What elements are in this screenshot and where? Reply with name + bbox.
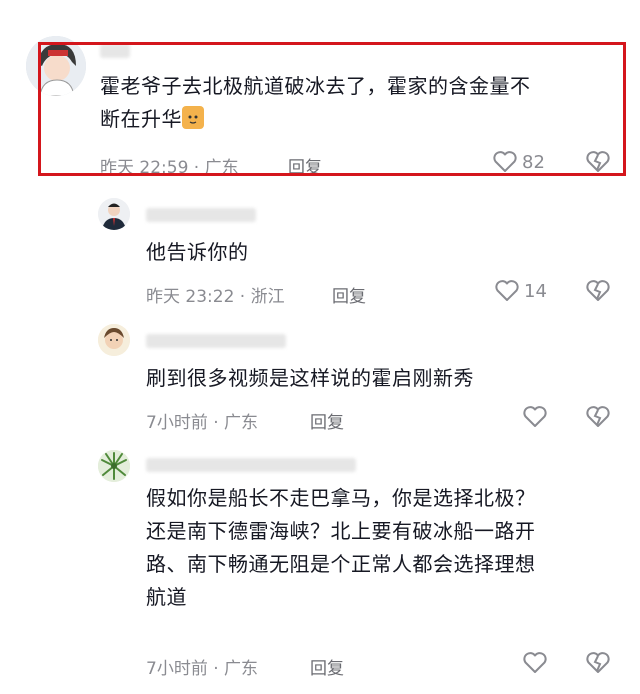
comment-meta: 7小时前 · 广东 <box>146 659 259 679</box>
dislike-button[interactable] <box>585 651 611 679</box>
avatar[interactable] <box>98 450 130 482</box>
dislike-button[interactable] <box>585 405 611 433</box>
like-count: 14 <box>524 280 547 302</box>
reply-button[interactable]: 回复 <box>332 282 366 307</box>
reply-button[interactable]: 回复 <box>310 654 344 679</box>
heart-icon <box>523 406 547 427</box>
comment-item: 刷到很多视频是这样说的霍启刚新秀 7小时前 · 广东 回复 <box>0 320 640 440</box>
like-button[interactable] <box>522 651 552 675</box>
comment-text: 假如你是船长不走巴拿马，你是选择北极？ 还是南下德雷海峡？北上要有破冰船一路开 … <box>146 486 536 609</box>
username-blurred[interactable] <box>146 458 356 472</box>
like-button[interactable] <box>522 405 552 429</box>
comment-meta: 昨天 23:22 · 浙江 <box>146 287 285 307</box>
comment-meta: 7小时前 · 广东 <box>146 413 259 433</box>
avatar[interactable] <box>98 198 130 230</box>
comment-text: 他告诉你的 <box>146 240 249 264</box>
like-button[interactable]: 14 <box>494 279 547 303</box>
username-blurred[interactable] <box>146 334 286 348</box>
comment-text: 刷到很多视频是这样说的霍启刚新秀 <box>146 366 474 390</box>
heart-icon <box>495 280 519 301</box>
reply-button[interactable]: 回复 <box>310 408 344 433</box>
comment-item: 假如你是船长不走巴拿马，你是选择北极？ 还是南下德雷海峡？北上要有破冰船一路开 … <box>0 446 640 694</box>
comment-item: 他告诉你的 昨天 23:22 · 浙江 回复 14 <box>0 190 640 310</box>
dislike-button[interactable] <box>585 279 611 307</box>
highlight-box <box>38 42 626 176</box>
avatar[interactable] <box>98 324 130 356</box>
broken-heart-icon <box>586 406 610 427</box>
broken-heart-icon <box>586 280 610 301</box>
heart-icon <box>523 652 547 673</box>
broken-heart-icon <box>586 652 610 673</box>
username-blurred[interactable] <box>146 208 256 222</box>
